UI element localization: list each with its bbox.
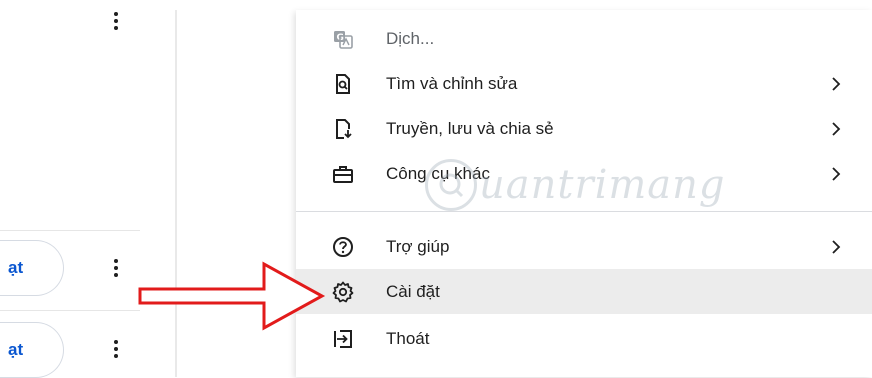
install-button[interactable]: ạt (0, 322, 64, 378)
menu-item-find-edit[interactable]: Tìm và chỉnh sửa (296, 61, 872, 106)
chevron-right-icon (832, 121, 841, 136)
more-options-icon[interactable] (106, 336, 126, 362)
install-button-label: ạt (8, 340, 24, 359)
row-divider (0, 230, 140, 231)
menu-item-label: Truyền, lưu và chia sẻ (386, 118, 554, 138)
menu-item-label: Dịch... (386, 28, 435, 48)
menu-item-help[interactable]: Trợ giúp (296, 224, 872, 269)
menu-item-label: Tìm và chỉnh sửa (386, 73, 518, 93)
left-panel: ạt ạt (0, 0, 140, 378)
chevron-right-icon (832, 76, 841, 91)
chevron-right-icon (832, 166, 841, 181)
menu-item-label: Công cụ khác (386, 163, 490, 183)
translate-icon: G (332, 28, 354, 50)
menu-item-label: Thoát (386, 328, 430, 348)
install-button[interactable]: ạt (0, 240, 64, 296)
more-options-icon[interactable] (106, 255, 126, 281)
exit-icon (332, 328, 354, 350)
menu-item-settings[interactable]: Cài đặt (296, 269, 872, 314)
menu-item-label: Cài đặt (386, 281, 440, 301)
help-icon (332, 236, 354, 258)
menu-item-label: Trợ giúp (386, 236, 450, 256)
menu-item-more-tools[interactable]: Công cụ khác (296, 151, 872, 196)
cast-save-share-icon (332, 118, 354, 140)
chrome-menu: G Dịch... Tìm và chỉnh sửa Truyền, lưu v… (296, 10, 872, 377)
menu-divider (296, 211, 872, 212)
more-options-icon[interactable] (106, 8, 126, 34)
settings-gear-icon (332, 281, 354, 303)
toolbox-icon (332, 163, 354, 185)
menu-item-exit[interactable]: Thoát (296, 316, 872, 361)
red-arrow-icon (138, 261, 326, 331)
chevron-right-icon (832, 239, 841, 254)
find-icon (332, 73, 354, 95)
menu-item-translate[interactable]: G Dịch... (296, 16, 872, 61)
install-button-label: ạt (8, 258, 24, 277)
row-divider (0, 310, 140, 311)
menu-item-cast-save-share[interactable]: Truyền, lưu và chia sẻ (296, 106, 872, 151)
